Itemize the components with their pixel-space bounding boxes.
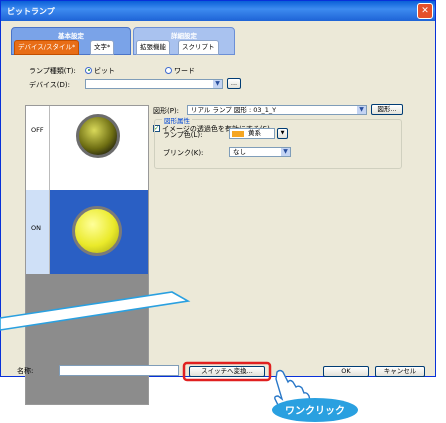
title-bar: ビットランプ ✕ [1, 1, 435, 21]
shape-attributes-group: 図形属性 ランプ色(L): 黄系 ▼ ブリンク(K): なし ▼ [154, 115, 402, 169]
tab-strip: 基本設定 デバイス/スタイル* 文字* 詳細設定 拡張機能 スクリプト [9, 27, 429, 59]
lamp-color-label: ランプ色(L): [163, 131, 203, 139]
state-preview-panel: OFF ON [25, 105, 149, 405]
lamp-color-value: 黄系 [248, 129, 261, 137]
convert-to-switch-button[interactable]: スイッチへ変換... [189, 366, 265, 377]
lamp-color-combo[interactable]: 黄系 [229, 128, 275, 139]
close-button[interactable]: ✕ [417, 3, 433, 19]
tab-group-basic-title: 基本設定 [58, 32, 84, 40]
lamp-off-image [76, 114, 120, 158]
tab-script[interactable]: スクリプト [178, 40, 219, 55]
device-dropdown-icon[interactable]: ▼ [213, 80, 222, 88]
tab-group-detail: 詳細設定 拡張機能 スクリプト [133, 27, 235, 55]
blink-combo[interactable]: なし ▼ [229, 147, 291, 157]
radio-word-label: ワード [174, 67, 195, 75]
shape-value: リアル ランプ 図形 : 03_1_Y [191, 106, 277, 114]
tab-group-detail-title: 詳細設定 [171, 32, 197, 40]
dialog-footer: 名称: スイッチへ変換... OK キャンセル [3, 364, 433, 378]
name-label: 名称: [17, 367, 34, 375]
state-on-preview[interactable] [50, 190, 148, 274]
ok-button[interactable]: OK [323, 366, 369, 377]
tab-group-basic: 基本設定 デバイス/スタイル* 文字* [11, 27, 131, 55]
callout-text: ワンクリック [285, 405, 345, 417]
lamp-on-image [72, 206, 122, 256]
radio-bit-indicator[interactable] [85, 66, 92, 74]
window-title: ビットランプ [7, 7, 55, 16]
radio-word-indicator[interactable] [165, 66, 172, 74]
state-on-label: ON [31, 224, 41, 232]
radio-bit[interactable]: ビット [85, 66, 115, 76]
shape-dropdown-icon[interactable]: ▼ [357, 106, 366, 114]
radio-bit-label: ビット [94, 67, 115, 75]
bit-lamp-dialog: ビットランプ ✕ 基本設定 デバイス/スタイル* 文字* 詳細設定 拡張機能 ス… [0, 0, 436, 405]
state-off-label: OFF [31, 126, 44, 134]
shape-button[interactable]: 図形... [371, 104, 403, 115]
radio-word[interactable]: ワード [165, 66, 195, 76]
shape-attributes-title: 図形属性 [162, 115, 192, 125]
lamp-color-dropdown-icon[interactable]: ▼ [277, 128, 288, 139]
lamp-type-label: ランプ種類(T): [29, 67, 76, 75]
shape-combo[interactable]: リアル ランプ 図形 : 03_1_Y ▼ [187, 105, 367, 115]
tab-device-style[interactable]: デバイス/スタイル* [14, 40, 80, 55]
state-off-cell[interactable]: OFF [26, 106, 50, 190]
lamp-color-swatch [232, 131, 244, 137]
blink-value: なし [233, 148, 246, 156]
tab-text[interactable]: 文字* [90, 40, 115, 55]
tab-content: ランプ種類(T): ビット ワード デバイス(D): ▼ ... OFF ON … [3, 58, 433, 405]
device-combo[interactable]: ▼ [85, 79, 223, 89]
name-input[interactable] [59, 365, 179, 376]
state-off-preview[interactable] [50, 106, 148, 190]
callout-badge [272, 398, 358, 422]
blink-label: ブリンク(K): [163, 149, 204, 157]
tab-extended[interactable]: 拡張機能 [136, 40, 170, 55]
blink-dropdown-icon[interactable]: ▼ [281, 148, 290, 156]
state-on-cell[interactable]: ON [26, 190, 50, 274]
cancel-button[interactable]: キャンセル [375, 366, 425, 377]
preview-empty-area [26, 274, 148, 404]
device-browse-button[interactable]: ... [227, 78, 241, 89]
device-label: デバイス(D): [29, 81, 71, 89]
